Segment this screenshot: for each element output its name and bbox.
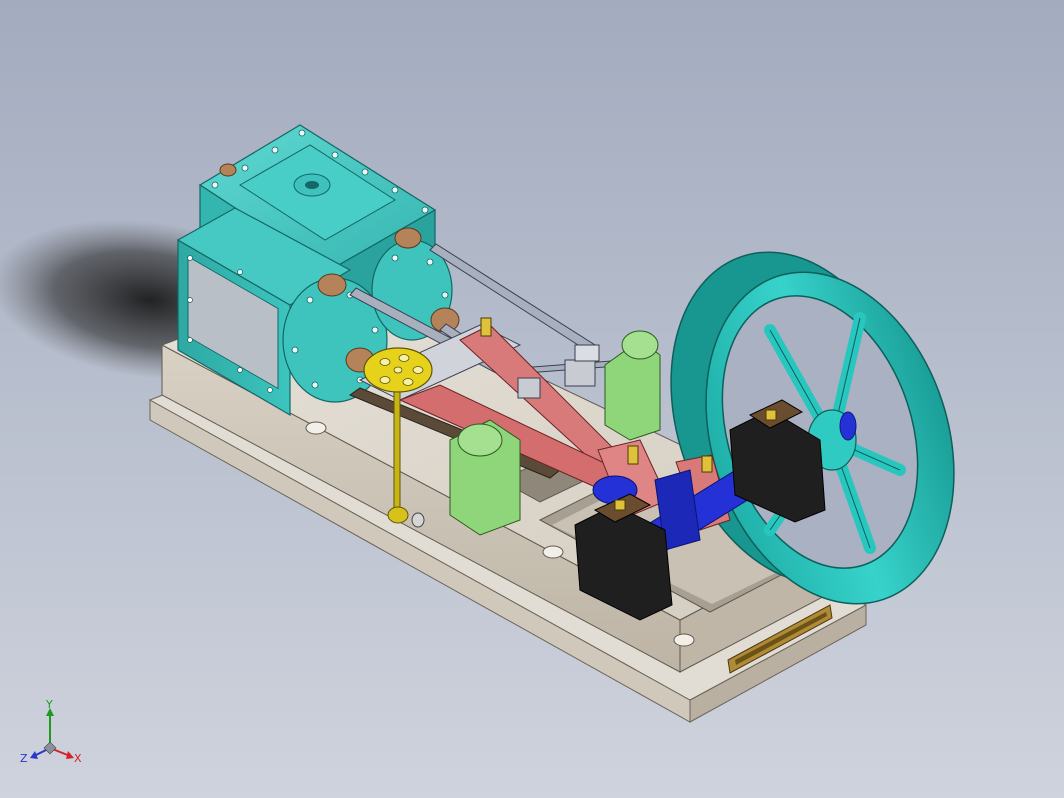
spindle-nut: [411, 512, 425, 528]
bearing-oil-cup: [765, 409, 777, 421]
flywheel-shaft-end: [839, 411, 857, 441]
crosshead: [574, 344, 600, 362]
bolt-hole: [542, 545, 564, 559]
triad-y-label: Y: [45, 700, 53, 711]
triad-center: [43, 741, 57, 755]
graphics-viewport[interactable]: Y X Z: [0, 0, 1064, 798]
bolt-hole: [305, 421, 327, 435]
triad-x-label: X: [74, 752, 82, 765]
bolt-hole: [673, 633, 695, 647]
flange: [394, 227, 422, 249]
cover-bore: [305, 181, 319, 189]
bearing-oil-cup: [614, 499, 626, 511]
crosshead: [517, 377, 541, 399]
governor-spindle: [393, 391, 401, 523]
model-scene[interactable]: [0, 0, 1064, 798]
flange: [219, 163, 237, 177]
triad-z-label: Z: [20, 752, 28, 765]
view-orientation-triad[interactable]: Y X Z: [18, 700, 88, 770]
crosshead: [564, 359, 596, 387]
flange: [317, 273, 347, 297]
bracket-boss: [621, 330, 659, 360]
spindle-collar: [387, 506, 409, 524]
bracket-boss: [457, 423, 503, 457]
triad-x-arrow: [66, 751, 74, 759]
